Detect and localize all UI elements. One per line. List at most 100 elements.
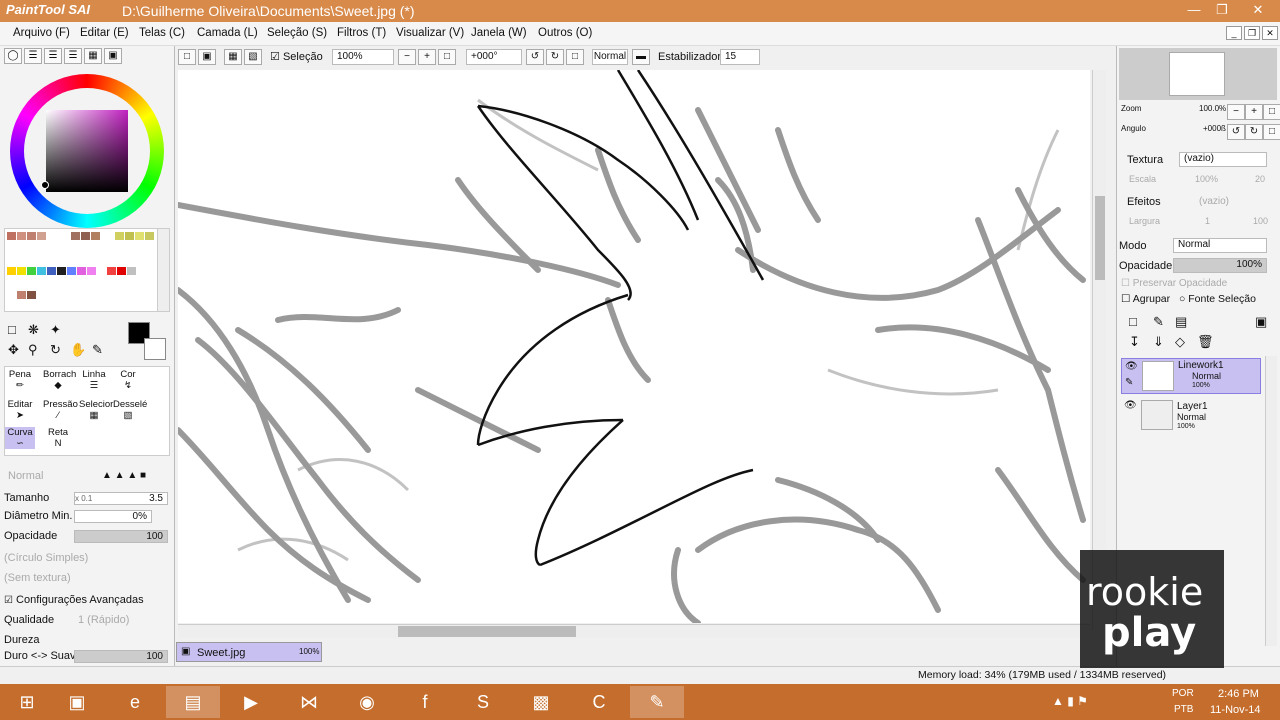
mix-slider-icon[interactable]: ☰ (64, 48, 82, 64)
tool-pen[interactable]: Pena ✏ (5, 369, 35, 391)
nav-zoom-out-icon[interactable]: − (1227, 104, 1245, 120)
merge-down-icon[interactable]: ⇓ (1153, 334, 1164, 350)
menu-filtros[interactable]: Filtros (T) (337, 27, 386, 39)
new-linework-layer-icon[interactable]: ✎ (1153, 314, 1164, 330)
color-wheel[interactable] (10, 74, 164, 228)
brush-texture-select[interactable]: (Sem textura) (4, 572, 71, 584)
drawing-canvas[interactable] (178, 70, 1090, 623)
magic-wand-icon[interactable]: ✦ (50, 322, 61, 338)
tool-curve[interactable]: Curva ∽ (5, 427, 35, 449)
delete-layer-icon[interactable]: 🗑 (1197, 334, 1214, 350)
selection-toggle[interactable]: ☑ Seleção (270, 50, 323, 63)
horizontal-scroll-thumb[interactable] (398, 626, 576, 637)
swatch[interactable] (17, 291, 26, 299)
navigator-preview[interactable] (1119, 48, 1277, 100)
input-language[interactable]: POR (1172, 688, 1194, 699)
tool-color[interactable]: Cor ↯ (113, 369, 143, 391)
nav-rotate-right-icon[interactable]: ↻ (1245, 124, 1263, 140)
visual-studio-icon[interactable]: ⋈ (282, 686, 336, 718)
minimize-icon[interactable]: — (1180, 0, 1208, 20)
clear-layer-icon[interactable]: ◇ (1175, 334, 1185, 350)
zoom-reset-icon[interactable]: □ (438, 49, 456, 65)
tool-deselect[interactable]: Desselé ▧ (113, 399, 147, 421)
swatch[interactable] (117, 267, 126, 275)
tool-edit[interactable]: Editar ➤ (5, 399, 35, 421)
notification-icons[interactable]: ▲ ▮ ⚑ (1052, 694, 1088, 708)
invert-selection-icon[interactable]: ▦ (224, 49, 242, 65)
swatch[interactable] (27, 267, 36, 275)
layer-mask-icon[interactable]: ▣ (1255, 314, 1267, 330)
swatch[interactable] (27, 232, 36, 240)
menu-outros[interactable]: Outros (O) (538, 27, 592, 39)
swatch-scrollbar[interactable] (157, 229, 169, 311)
preserve-opacity-toggle[interactable]: ☐ Preservar Opacidade (1121, 278, 1227, 289)
scratchpad-icon[interactable]: ▣ (104, 48, 122, 64)
swatch[interactable] (7, 232, 16, 240)
swatch[interactable] (81, 232, 90, 240)
mdi-restore-icon[interactable]: ❐ (1244, 26, 1260, 40)
computer-app-icon[interactable]: ▣ (50, 686, 104, 718)
zoom-icon[interactable]: ⚲ (28, 342, 38, 358)
quality-select[interactable]: 1 (Rápido) (78, 614, 129, 626)
swatch[interactable] (135, 232, 144, 240)
file-explorer-icon[interactable]: ▤ (166, 686, 220, 718)
color-wheel-mode-icon[interactable]: ◯ (4, 48, 22, 64)
menu-editar[interactable]: Editar (E) (80, 27, 129, 39)
painttool-sai-icon[interactable]: ✎ (630, 686, 684, 718)
color-picker-handle[interactable] (41, 181, 49, 189)
checkbox-checked-icon[interactable]: ☑ (270, 51, 280, 63)
blend-select[interactable]: Normal (592, 49, 628, 65)
clock-time[interactable]: 2:46 PM (1218, 688, 1259, 700)
texture-select[interactable]: (vazio) (1179, 152, 1267, 167)
menu-camada[interactable]: Camada (L) (197, 27, 258, 39)
swatch[interactable] (67, 267, 76, 275)
facebook-icon[interactable]: f (398, 686, 452, 718)
layer-mode-select[interactable]: Normal (1173, 238, 1267, 253)
crop-icon[interactable]: ▣ (198, 49, 216, 65)
rotate-reset-icon[interactable]: □ (566, 49, 584, 65)
menu-janela[interactable]: Janela (W) (471, 27, 527, 39)
tool-straight[interactable]: Reta N (43, 427, 73, 449)
clear-selection-icon[interactable]: ▧ (244, 49, 262, 65)
menu-arquivo[interactable]: Arquivo (F) (13, 27, 70, 39)
swatch[interactable] (47, 267, 56, 275)
restore-icon[interactable]: ❐ (1208, 0, 1236, 20)
skype-icon[interactable]: S (456, 686, 510, 718)
menu-telas[interactable]: Telas (C) (139, 27, 185, 39)
deselect-icon[interactable]: □ (178, 49, 196, 65)
zoom-select[interactable]: 100% (332, 49, 394, 65)
menu-visualizar[interactable]: Visualizar (V) (396, 27, 464, 39)
effects-select[interactable]: (vazio) (1199, 196, 1229, 207)
size-slider[interactable]: x 0.1 3.5 (74, 492, 168, 505)
swatch[interactable] (115, 232, 124, 240)
new-layer-icon[interactable]: □ (1129, 314, 1137, 329)
nav-zoom-reset-icon[interactable]: □ (1263, 104, 1280, 120)
layer-list-scrollbar[interactable] (1265, 356, 1277, 646)
swatch[interactable] (125, 232, 134, 240)
swatch[interactable] (71, 232, 80, 240)
layer-item-linework1[interactable]: 👁 ✎ Linework1 Normal 100% (1121, 358, 1261, 394)
internet-explorer-icon[interactable]: e (108, 686, 162, 718)
new-folder-icon[interactable]: ▤ (1175, 314, 1187, 330)
rgb-slider-icon[interactable]: ☰ (24, 48, 42, 64)
zoom-in-icon[interactable]: + (418, 49, 436, 65)
brush-shape-select[interactable]: (Círculo Simples) (4, 552, 88, 564)
hand-icon[interactable]: ✋ (70, 342, 86, 358)
saturation-value-square[interactable] (46, 110, 128, 192)
swatch[interactable] (87, 267, 96, 275)
swatch-grid-icon[interactable]: ▦ (84, 48, 102, 64)
rotate-icon[interactable]: ↻ (50, 342, 61, 358)
visibility-eye-icon[interactable]: 👁 (1125, 361, 1138, 372)
swatch[interactable] (145, 232, 154, 240)
swatch[interactable] (37, 232, 46, 240)
angle-select[interactable]: +000° (466, 49, 522, 65)
keyboard-layout[interactable]: PTB (1174, 704, 1193, 715)
brush-opacity-slider[interactable]: 100 (74, 530, 168, 543)
tool-line[interactable]: Linha ☰ (79, 369, 109, 391)
transfer-down-icon[interactable]: ↧ (1129, 334, 1140, 350)
pen-lock-icon[interactable]: ✎ (1125, 377, 1133, 388)
swatch[interactable] (7, 267, 16, 275)
min-diameter-slider[interactable]: 0% (74, 510, 152, 523)
checkbox-checked-icon[interactable]: ☑ (4, 595, 13, 606)
lasso-icon[interactable]: ❋ (28, 322, 39, 338)
